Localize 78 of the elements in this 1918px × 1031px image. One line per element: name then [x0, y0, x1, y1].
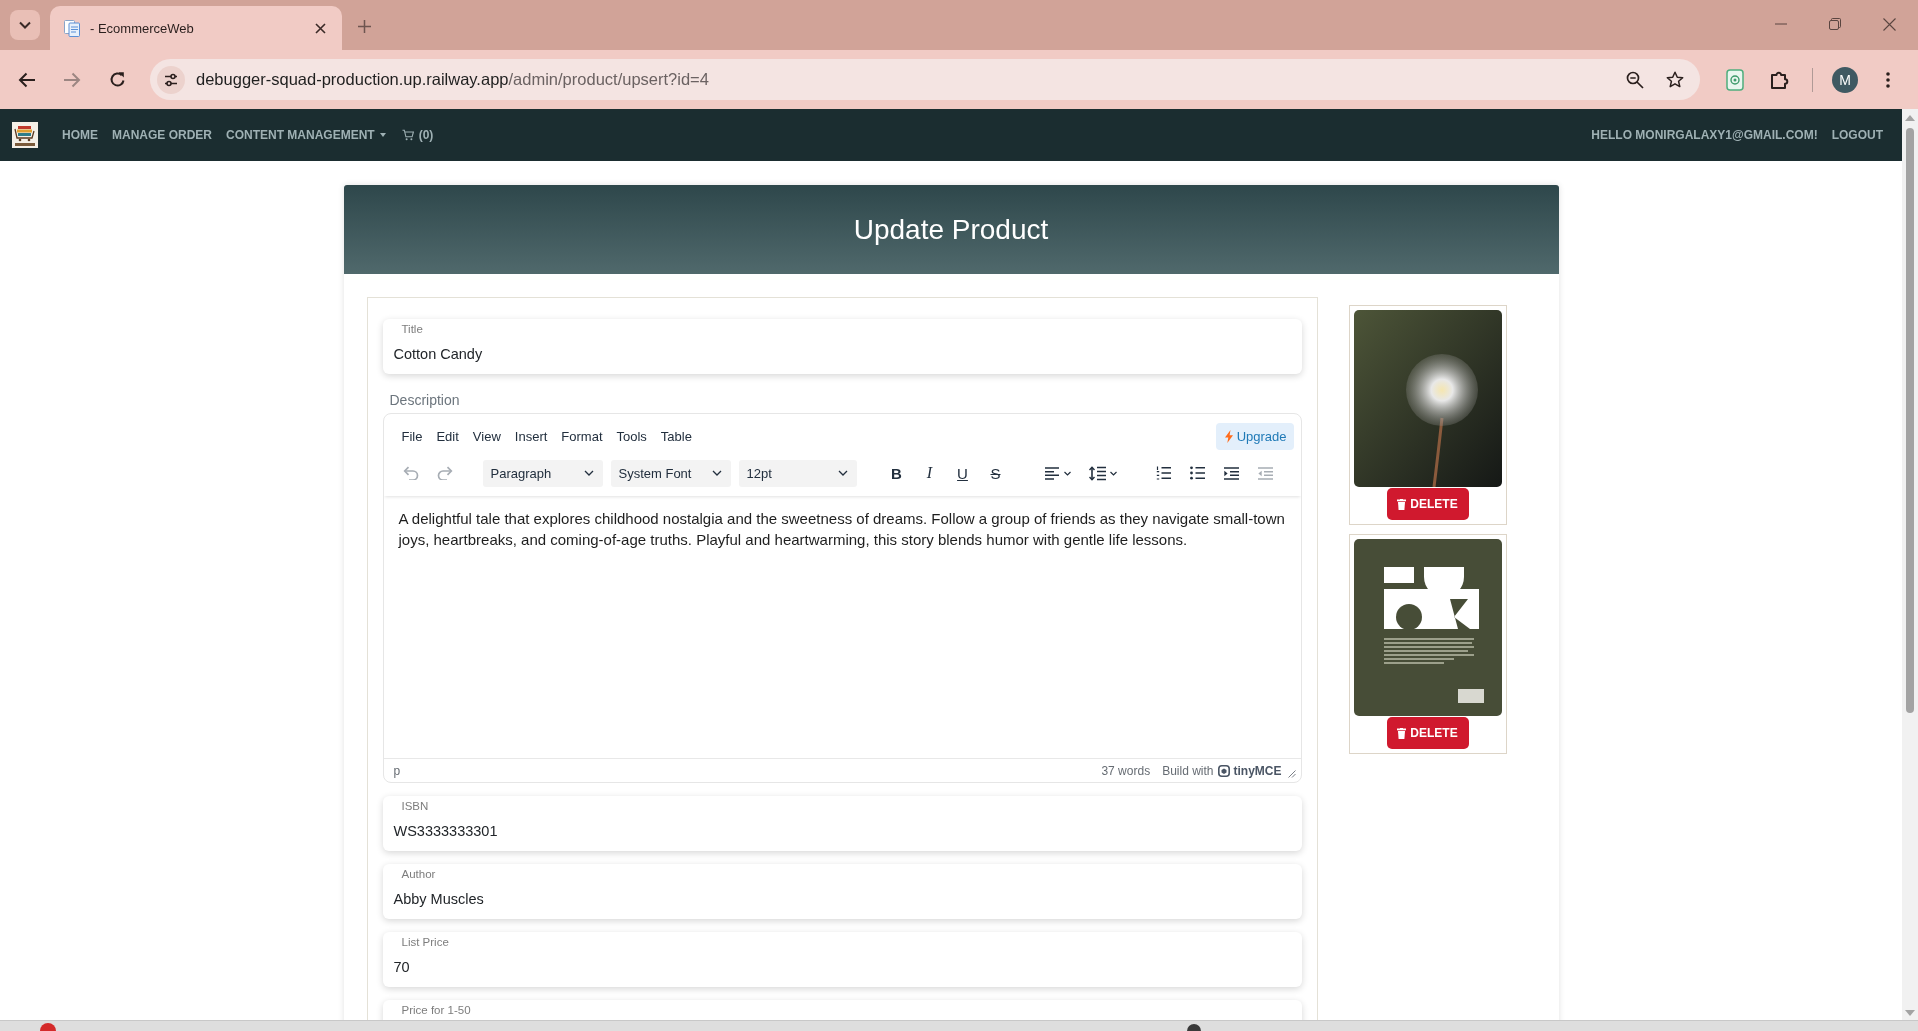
- indent-icon[interactable]: [1224, 466, 1239, 480]
- trash-icon: [1397, 498, 1407, 510]
- numbered-list-icon[interactable]: [1156, 466, 1171, 480]
- menu-icon[interactable]: [1886, 71, 1890, 88]
- text-field[interactable]: ISBN WS3333333301: [382, 796, 1302, 851]
- page-heading: Update Product: [853, 213, 1049, 246]
- field-label: Author: [401, 867, 436, 881]
- zoom-out-icon[interactable]: [1626, 70, 1644, 89]
- field-label: Description: [389, 392, 461, 408]
- word-count[interactable]: 37 words: [1101, 763, 1151, 778]
- text-field[interactable]: List Price 70: [382, 932, 1302, 987]
- branding-link[interactable]: Build with tinyMCE: [1162, 763, 1282, 778]
- nav-dropdown[interactable]: CONTENT MANAGEMENT: [226, 128, 386, 142]
- text-field[interactable]: Price for 1-50: [382, 1000, 1302, 1020]
- menu-item[interactable]: Insert: [507, 422, 555, 450]
- books-logo-icon[interactable]: [12, 122, 38, 148]
- trash-icon: [1397, 727, 1407, 739]
- address-bar[interactable]: debugger-squad-production.up.railway.app/admin/product/upsert?id=4: [150, 59, 1700, 100]
- field-label: ISBN: [401, 799, 429, 813]
- underline-button[interactable]: U: [946, 458, 979, 488]
- menu-item[interactable]: Tools: [609, 422, 654, 450]
- arrow-left-icon[interactable]: [18, 71, 36, 88]
- cart-link[interactable]: (0): [401, 128, 434, 142]
- scrollbar-thumb[interactable]: [1906, 128, 1914, 713]
- lightning-icon: [1224, 429, 1233, 443]
- scrollbar[interactable]: [1902, 109, 1918, 1020]
- chevron-down-icon: [837, 470, 848, 476]
- reload-icon[interactable]: [108, 71, 126, 88]
- chevron-down-icon: [19, 21, 31, 29]
- profile-avatar[interactable]: M: [1832, 66, 1858, 93]
- logo-icon: [1217, 764, 1230, 777]
- field-label: List Price: [401, 935, 449, 949]
- align-left-icon[interactable]: [1045, 466, 1072, 480]
- browser-tab[interactable]: - EcommerceWeb: [50, 6, 342, 50]
- star-icon[interactable]: [1666, 70, 1684, 89]
- menu-item[interactable]: Table: [653, 422, 699, 450]
- line-height-icon[interactable]: [1089, 465, 1118, 481]
- logout-link[interactable]: LOGOUT: [1831, 128, 1883, 142]
- field-label: Title: [401, 322, 423, 336]
- close-icon[interactable]: [315, 22, 326, 34]
- resize-handle-icon[interactable]: [1287, 769, 1296, 778]
- nav-link[interactable]: MANAGE ORDER: [112, 128, 212, 142]
- delete-button[interactable]: DELETE: [1386, 717, 1469, 749]
- italic-button[interactable]: I: [913, 458, 946, 488]
- font-size-dropdown[interactable]: 12pt: [738, 459, 857, 487]
- title-field[interactable]: Title Cotton Candy: [382, 319, 1302, 374]
- restore-icon[interactable]: [1829, 18, 1841, 30]
- field-label: Price for 1-50: [401, 1003, 471, 1017]
- font-family-dropdown[interactable]: System Font: [610, 459, 731, 487]
- element-path[interactable]: p: [393, 763, 401, 778]
- chevron-down-icon: [583, 470, 594, 476]
- bullet-list-icon[interactable]: [1190, 466, 1205, 480]
- menu-item[interactable]: Edit: [429, 422, 466, 450]
- block-format-dropdown[interactable]: Paragraph: [482, 459, 603, 487]
- tab-search-button[interactable]: [10, 10, 40, 40]
- upgrade-button[interactable]: Upgrade: [1215, 422, 1294, 450]
- description-text: A delightful tale that explores childhood nostalgia and the sweetness of dreams. Follow a group of friends as they navigate small-town joys, heartbreaks, and coming-of-age truths. Playful and heartwarming, this story blends humor with gentle life lessons.: [398, 509, 1286, 550]
- caret-down-icon: [379, 133, 386, 137]
- delete-button[interactable]: DELETE: [1386, 488, 1469, 520]
- greeting-link[interactable]: HELLO MONIRGALAXY1@GMAIL.COM!: [1591, 128, 1818, 142]
- plus-icon[interactable]: [358, 19, 371, 33]
- document-extension-icon[interactable]: [1726, 68, 1744, 91]
- app-icon[interactable]: [1187, 1024, 1201, 1031]
- app-icon[interactable]: [40, 1023, 56, 1031]
- close-icon[interactable]: [1883, 17, 1896, 31]
- strikethrough-button[interactable]: S: [979, 458, 1012, 488]
- nav-link[interactable]: HOME: [62, 128, 98, 142]
- cart-icon: [401, 129, 414, 141]
- text-field[interactable]: Author Abby Muscles: [382, 864, 1302, 919]
- menu-item[interactable]: File: [394, 422, 430, 450]
- menu-item[interactable]: View: [465, 422, 508, 450]
- sliders-icon[interactable]: [157, 65, 185, 94]
- bold-button[interactable]: B: [880, 458, 913, 488]
- document-icon: [64, 19, 80, 37]
- chevron-down-icon: [711, 470, 722, 476]
- menu-item[interactable]: Format: [554, 422, 610, 450]
- puzzle-icon[interactable]: [1770, 69, 1790, 90]
- url-text[interactable]: debugger-squad-production.up.railway.app/admin/product/upsert?id=4: [196, 70, 709, 89]
